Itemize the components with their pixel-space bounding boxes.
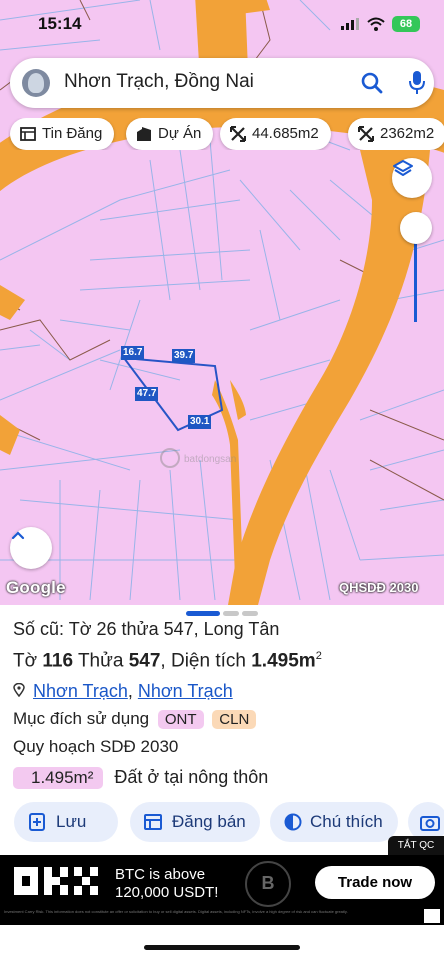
expand-sheet-button[interactable] [10, 527, 52, 569]
planning-layer-tag: QHSDĐ 2030 [339, 580, 419, 595]
building-icon [137, 127, 151, 141]
location-pin-icon [13, 683, 25, 697]
land-use-tag: CLN [212, 710, 257, 729]
save-label: Lưu [56, 812, 87, 831]
chip-projects[interactable]: Dự Án [126, 118, 214, 150]
land-use-tag: ONT [157, 710, 204, 729]
camera-add-icon [420, 816, 440, 831]
edge-label: 39.7 [172, 349, 196, 363]
ad-headline-line: 120,000 USDT! [115, 884, 219, 901]
opacity-slider-thumb[interactable] [400, 212, 432, 244]
avatar[interactable] [22, 69, 50, 97]
bitcoin-icon [245, 861, 291, 907]
home-indicator[interactable] [144, 945, 300, 950]
bookmark-add-icon [29, 813, 45, 831]
layers-icon [393, 160, 413, 176]
area-icon [230, 126, 246, 142]
chip-label: Dự Án [158, 125, 202, 142]
clock: 15:14 [38, 14, 82, 33]
area-icon [358, 126, 374, 142]
area-value: 1.495m [251, 650, 316, 672]
area-label: Diện tích [170, 650, 246, 672]
sheet-handle[interactable] [242, 611, 258, 616]
edge-label: 16.7 [121, 346, 145, 360]
ad-headline: BTC is above 120,000 USDT! [115, 866, 218, 902]
chip-label: 2362m2 [380, 125, 435, 142]
sheet-number: 116 [42, 650, 74, 672]
ad-banner[interactable]: BTC is above 120,000 USDT! Trade now Inv… [0, 855, 444, 925]
contrast-icon [284, 813, 302, 831]
planning-label: Quy hoạch SDĐ 2030 [13, 737, 179, 756]
commune-link[interactable]: Nhơn Trạch [138, 681, 233, 701]
chip-listings[interactable]: Tin Đăng [10, 118, 115, 150]
ad-headline-line: BTC is above [115, 866, 206, 883]
signal-icon [341, 18, 359, 30]
search-bar[interactable]: Nhơn Trạch, Đồng Nai [10, 58, 434, 108]
planning-area-row: 1.495m² Đất ở tại nông thôn [13, 767, 268, 789]
land-use-purpose: Mục đích sử dụng ONT CLN [13, 709, 257, 729]
chip-area-2[interactable]: 2362m2 [348, 118, 444, 150]
parcel-location: Nhơn Trạch, Nhơn Trạch [13, 681, 233, 702]
purpose-label: Mục đích sử dụng [13, 709, 150, 728]
ad-info-icon[interactable] [424, 909, 440, 923]
home-bar-area [0, 925, 444, 960]
sheet-label: Tờ [13, 650, 38, 672]
parcel-title: Tờ 116 Thửa 547, Diện tích 1.495m2 [13, 650, 322, 672]
parcel-info-sheet: Số cũ: Tờ 26 thửa 547, Long Tân Tờ 116 T… [0, 605, 444, 855]
svg-text:batdongsan: batdongsan [184, 454, 236, 465]
listing-icon [20, 127, 36, 141]
wifi-icon [367, 17, 385, 31]
planning-area-badge: 1.495m² [13, 767, 104, 789]
sheet-handle[interactable] [223, 611, 239, 616]
edge-label: 47.7 [135, 387, 159, 401]
chevron-up-icon [11, 531, 25, 540]
google-logo: Google [6, 578, 66, 597]
chip-label: 44.685m2 [252, 125, 319, 142]
edge-label: 30.1 [188, 415, 212, 429]
legend-button[interactable]: Chú thích [270, 802, 398, 842]
layers-button[interactable] [392, 158, 432, 198]
parcel-label: Thửa [77, 650, 124, 672]
area-unit: 2 [315, 650, 322, 662]
chip-area-1[interactable]: 44.685m2 [220, 118, 331, 150]
chip-label: Tin Đăng [42, 125, 103, 142]
okx-logo [14, 867, 98, 895]
trade-now-button[interactable]: Trade now [315, 866, 435, 899]
close-ad-button[interactable]: TẮT QC [388, 836, 444, 855]
status-bar: 15:14 68 [0, 12, 444, 36]
old-parcel-ref: Số cũ: Tờ 26 thửa 547, Long Tân [13, 619, 280, 639]
planning-use: Đất ở tại nông thôn [114, 767, 269, 787]
filter-chips: Tin Đăng Dự Án 44.685m2 2362m2 [8, 118, 444, 150]
battery-indicator: 68 [392, 16, 420, 32]
search-input[interactable]: Nhơn Trạch, Đồng Nai [64, 71, 254, 93]
sheet-handle[interactable] [186, 611, 220, 616]
list-for-sale-button[interactable]: Đăng bán [130, 802, 260, 842]
listing-icon [144, 814, 162, 830]
save-button[interactable]: Lưu [14, 802, 118, 842]
search-icon[interactable] [360, 71, 384, 95]
legend-label: Chú thích [310, 812, 383, 831]
parcel-number: 547 [128, 650, 161, 672]
microphone-icon[interactable] [408, 70, 426, 96]
district-link[interactable]: Nhơn Trạch [33, 681, 128, 701]
ad-disclaimer: Investment Carry Risk. This information … [4, 909, 348, 914]
list-for-sale-label: Đăng bán [172, 812, 246, 831]
